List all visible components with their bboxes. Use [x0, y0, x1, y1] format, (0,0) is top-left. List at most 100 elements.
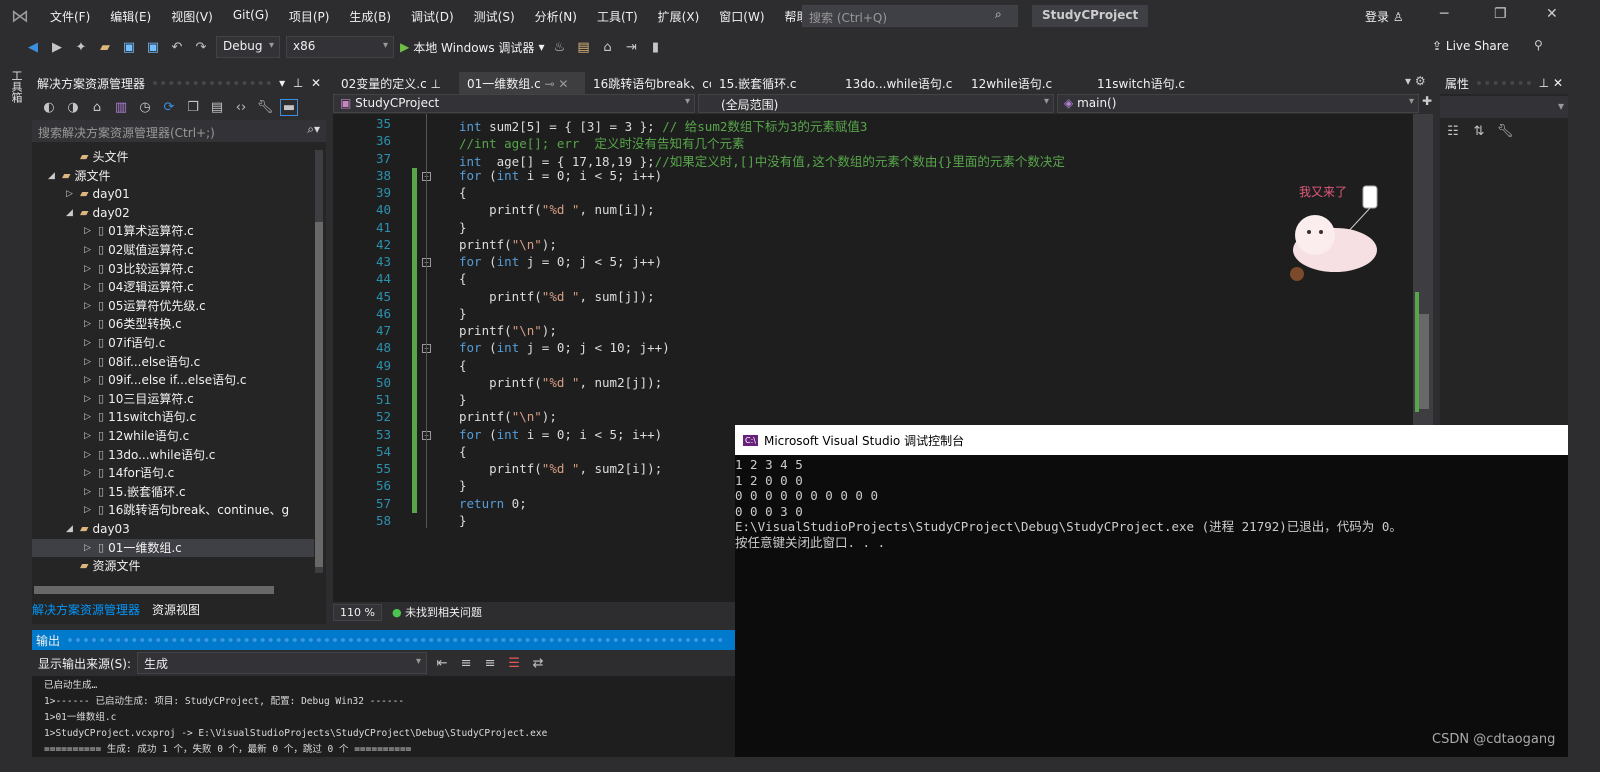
solution-search-input[interactable]: 搜索解决方案资源管理器(Ctrl+;) ⌕▾ [32, 120, 326, 142]
menu-item[interactable]: 测试(S) [464, 8, 525, 25]
collapse-all-icon[interactable]: ❐ [184, 100, 202, 115]
issues-status[interactable]: 未找到相关问题 [405, 606, 482, 619]
menu-item[interactable]: 文件(F) [40, 8, 100, 25]
tree-item[interactable]: ▷ ▯ 15.嵌套循环.c [32, 483, 314, 502]
expander-icon[interactable]: ▷ [84, 297, 94, 316]
menu-item[interactable]: 视图(V) [161, 8, 223, 25]
categorized-icon[interactable]: ☷ [1444, 124, 1462, 139]
tree-item[interactable]: ◢ ▰ 源文件 [32, 167, 314, 186]
menu-item[interactable]: 生成(B) [339, 8, 401, 25]
login-button[interactable]: 登录 ♙ [1365, 8, 1404, 25]
tree-item[interactable]: ▰ 资源文件 [32, 557, 314, 576]
expander-icon[interactable]: ◢ [66, 520, 76, 539]
tree-item[interactable]: ▷ ▰ day01 [32, 185, 314, 204]
wrench-icon[interactable]: 🔧︎ [1496, 124, 1514, 139]
minimize-button[interactable]: ─ [1440, 6, 1448, 22]
tree-item[interactable]: ▷ ▯ 07if语句.c [32, 334, 314, 353]
menu-item[interactable]: 编辑(E) [100, 8, 161, 25]
tree-item[interactable]: ▷ ▯ 06类型转换.c [32, 315, 314, 334]
close-icon[interactable]: ✕ [311, 76, 321, 90]
expander-icon[interactable]: ▷ [84, 483, 94, 502]
search-icon[interactable]: ⌕ [995, 7, 1002, 22]
maximize-button[interactable]: ❐ [1494, 6, 1507, 22]
home-icon[interactable]: ⌂ [598, 40, 616, 55]
forward-icon[interactable]: ◑ [64, 100, 82, 115]
switch-views-icon[interactable]: ▥ [112, 100, 130, 115]
tree-item[interactable]: ▷ ▯ 01一维数组.c [32, 538, 314, 558]
tree-item[interactable]: ▷ ▯ 11switch语句.c [32, 408, 314, 427]
expander-icon[interactable]: ▷ [84, 241, 94, 260]
member-select[interactable]: ◈ main() [1057, 94, 1419, 113]
close-button[interactable]: ✕ [1546, 6, 1558, 22]
pin-icon[interactable]: ⊥ [1539, 76, 1549, 90]
tab-document[interactable]: 12while语句.c [963, 72, 1089, 94]
tree-item[interactable]: ▷ ▯ 02赋值运算符.c [32, 241, 314, 260]
tree-item[interactable]: ▷ ▯ 16跳转语句break、continue、g [32, 501, 314, 520]
tree-item[interactable]: ▷ ▯ 03比较运算符.c [32, 260, 314, 279]
expander-icon[interactable]: ▷ [84, 464, 94, 483]
prev-message-icon[interactable]: ≡ [457, 656, 475, 671]
expander-icon[interactable]: ▷ [84, 408, 94, 427]
bookmark-icon[interactable]: ▮ [646, 40, 664, 55]
tree-item[interactable]: ▷ ▯ 12while语句.c [32, 427, 314, 446]
tree-item[interactable]: ▷ ▯ 09if...else if...else语句.c [32, 371, 314, 390]
tree-item[interactable]: ▷ ▯ 14for语句.c [32, 464, 314, 483]
output-source-select[interactable]: 生成 [137, 652, 428, 674]
alphabetical-icon[interactable]: ⇅ [1470, 124, 1488, 139]
forward-icon[interactable]: ▶ [48, 40, 66, 55]
dropdown-icon[interactable]: ▾ [279, 76, 285, 90]
word-wrap-icon[interactable]: ⇄ [529, 656, 547, 671]
pending-changes-icon[interactable]: ◷ [136, 100, 154, 115]
tree-item[interactable]: ▰ 头文件 [32, 148, 314, 167]
properties-wrench-icon[interactable]: 🔧︎ [256, 100, 274, 115]
tab-document[interactable]: 15.嵌套循环.c [711, 72, 837, 94]
menu-item[interactable]: 分析(N) [525, 8, 587, 25]
code-icon[interactable]: ‹› [232, 100, 250, 115]
menu-item[interactable]: 工具(T) [587, 8, 648, 25]
menu-item[interactable]: Git(G) [223, 8, 279, 25]
hot-reload-icon[interactable]: ♨ [550, 40, 568, 55]
feedback-icon[interactable]: ⚲ [1534, 38, 1543, 52]
tab-resource-view[interactable]: 资源视图 [152, 601, 200, 618]
tree-item[interactable]: ▷ ▯ 13do...while语句.c [32, 446, 314, 465]
find-in-files-icon[interactable]: ▤ [574, 40, 592, 55]
show-all-files-icon[interactable]: ▤ [208, 100, 226, 115]
expander-icon[interactable]: ▷ [84, 260, 94, 279]
undo-icon[interactable]: ↶ [168, 40, 186, 55]
tab-overflow-icon[interactable]: ▾ ⚙ [1405, 74, 1426, 88]
tree-item[interactable]: ▷ ▯ 05运算符优先级.c [32, 297, 314, 316]
expander-icon[interactable]: ▷ [84, 390, 94, 409]
expander-icon[interactable]: ◢ [48, 167, 58, 186]
live-share-button[interactable]: ⇪ Live Share [1432, 39, 1509, 53]
tree-item[interactable]: ▷ ▯ 04逻辑运算符.c [32, 278, 314, 297]
expander-icon[interactable]: ▷ [84, 278, 94, 297]
back-icon[interactable]: ◐ [40, 100, 58, 115]
clear-all-icon[interactable]: ☰ [505, 656, 523, 671]
toolbox-tab[interactable]: 工具箱 [8, 70, 24, 103]
expander-icon[interactable]: ▷ [84, 222, 94, 241]
expander-icon[interactable]: ▷ [84, 371, 94, 390]
expander-icon[interactable]: ▷ [84, 427, 94, 446]
tree-item[interactable]: ◢ ▰ day02 [32, 204, 314, 223]
expander-icon[interactable]: ▷ [84, 501, 94, 520]
tab-document[interactable]: 13do...while语句.c [837, 72, 963, 94]
expander-icon[interactable]: ▷ [84, 315, 94, 334]
tree-item[interactable]: ▷ ▯ 01算术运算符.c [32, 222, 314, 241]
tree-scrollbar-thumb[interactable] [315, 222, 323, 567]
object-select[interactable]: ▾ [1440, 96, 1568, 118]
menu-item[interactable]: 项目(P) [279, 8, 340, 25]
expander-icon[interactable]: ▷ [84, 446, 94, 465]
menu-item[interactable]: 扩展(X) [648, 8, 710, 25]
save-all-icon[interactable]: ▣ [144, 40, 162, 55]
project-select[interactable]: ▣ StudyCProject [333, 94, 695, 113]
tab-document[interactable]: 11switch语句.c [1089, 72, 1215, 94]
split-icon[interactable]: ✚ [1422, 94, 1432, 114]
home-icon[interactable]: ⌂ [88, 100, 106, 115]
pin-icon[interactable]: ⊥ [431, 77, 441, 91]
sync-icon[interactable]: ⟳ [160, 100, 178, 115]
tab-document[interactable]: 01一维数组.c ⊸ ✕ [459, 72, 585, 94]
search-input[interactable]: 搜索 (Ctrl+Q) [802, 5, 1018, 27]
go-to-line-icon[interactable]: ⇤ [433, 656, 451, 671]
close-icon[interactable]: ✕ [1553, 76, 1563, 90]
expander-icon[interactable]: ▷ [66, 185, 76, 204]
